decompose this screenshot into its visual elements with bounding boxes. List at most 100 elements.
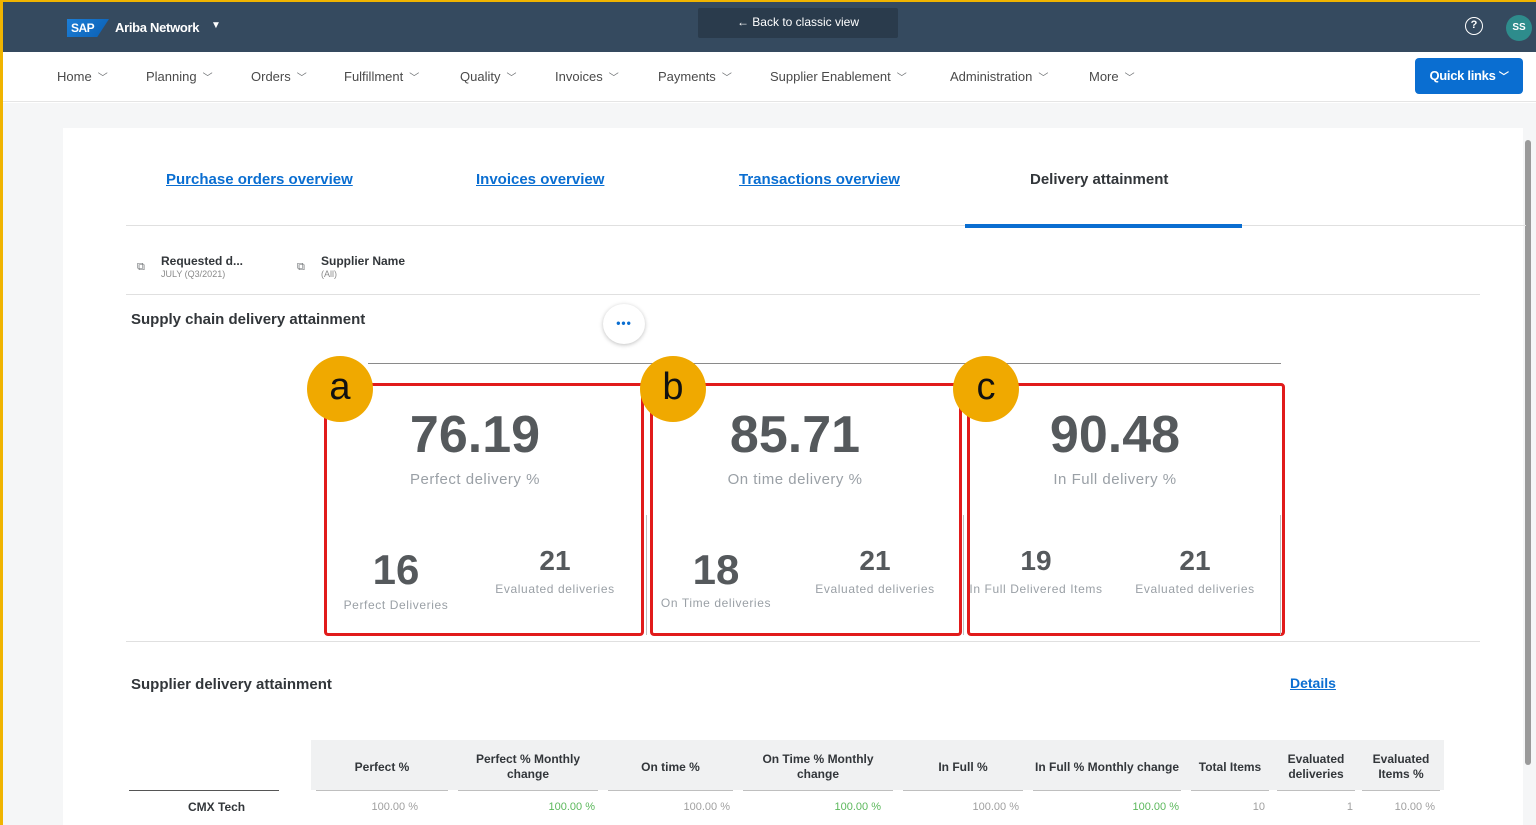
header-underline <box>903 790 1023 791</box>
nav-supplier-enablement[interactable]: Supplier Enablement ﹀ <box>770 69 907 84</box>
filter-icon[interactable]: ⧉ <box>137 261 145 274</box>
nav-label: More <box>1089 69 1119 84</box>
chart-top-line <box>368 363 1281 364</box>
kpi-perfect-delivery-label: Perfect delivery % <box>410 471 540 488</box>
kpi-evaluated-caption: Evaluated deliveries <box>495 582 615 596</box>
nav-more[interactable]: More ﹀ <box>1089 69 1135 84</box>
column-header-perfect-monthly-change[interactable]: Perfect % Monthly change <box>458 747 598 787</box>
nav-label: Home <box>57 69 92 84</box>
column-header-total-items[interactable]: Total Items <box>1191 747 1269 787</box>
nav-label: Administration <box>950 69 1033 84</box>
avatar[interactable]: SS <box>1506 15 1532 41</box>
nav-quality[interactable]: Quality ﹀ <box>460 69 516 84</box>
back-to-classic-button[interactable]: ← Back to classic view <box>698 8 898 38</box>
column-header-perfect[interactable]: Perfect % <box>316 747 448 787</box>
table-cell: 100.00 % <box>548 801 595 813</box>
column-header-on-time[interactable]: On time % <box>608 747 733 787</box>
tab-transactions-overview[interactable]: Transactions overview <box>739 171 900 188</box>
kpi-in-full-items-caption: In Full Delivered Items <box>969 582 1103 596</box>
table-cell: 100.00 % <box>1132 801 1179 813</box>
header-underline <box>1362 790 1440 791</box>
kpi-in-full-items-count: 19 <box>1020 545 1052 576</box>
quick-links-button[interactable]: Quick links ﹀ <box>1415 58 1523 94</box>
column-header-in-full-monthly-change[interactable]: In Full % Monthly change <box>1033 747 1181 787</box>
chevron-down-icon: ﹀ <box>296 73 307 84</box>
chevron-down-icon: ﹀ <box>1038 73 1049 84</box>
nav-orders[interactable]: Orders ﹀ <box>251 69 307 84</box>
chevron-down-icon: ﹀ <box>506 73 517 84</box>
table-cell: 100.00 % <box>972 801 1019 813</box>
card-separator <box>1280 515 1281 635</box>
column-header-in-full[interactable]: In Full % <box>903 747 1023 787</box>
vertical-scrollbar[interactable] <box>1525 140 1531 765</box>
help-icon[interactable]: ? <box>1465 17 1483 35</box>
kpi-on-time-deliveries-caption: On Time deliveries <box>660 596 772 610</box>
shell-bar: SAP Ariba Network ▼ ← Back to classic vi… <box>3 2 1536 52</box>
tab-delivery-attainment[interactable]: Delivery attainment <box>1030 171 1168 188</box>
annotation-badge-a: a <box>307 356 373 422</box>
table-cell: 1 <box>1346 801 1353 813</box>
app-title[interactable]: Ariba Network <box>115 20 200 35</box>
header-underline <box>1191 790 1269 791</box>
chevron-down-icon: ﹀ <box>202 73 213 84</box>
nav-administration[interactable]: Administration ﹀ <box>950 69 1048 84</box>
kpi-evaluated-count: 21 <box>1179 545 1211 576</box>
tab-purchase-orders-overview[interactable]: Purchase orders overview <box>166 171 353 188</box>
kpi-perfect-delivery-value: 76.19 <box>409 406 541 464</box>
header-underline <box>458 790 598 791</box>
chevron-down-icon: ﹀ <box>409 73 420 84</box>
column-header-on-time-monthly-change[interactable]: On Time % Monthly change <box>743 747 893 787</box>
row-divider <box>129 790 279 791</box>
nav-label: Quality <box>460 69 501 84</box>
chevron-down-icon: ﹀ <box>721 73 732 84</box>
annotation-badge-c: c <box>953 356 1019 422</box>
chevron-down-icon: ﹀ <box>896 73 907 84</box>
kpi-on-time-delivery-label: On time delivery % <box>727 471 863 488</box>
kpi-in-full-delivery-label: In Full delivery % <box>1053 471 1177 488</box>
quick-links-label: Quick links <box>1429 68 1496 83</box>
nav-home[interactable]: Home ﹀ <box>57 69 108 84</box>
frame-top-border <box>0 0 1536 2</box>
filter-supplier-name-value: (All) <box>321 269 337 279</box>
header-underline <box>1033 790 1181 791</box>
supply-chain-title: Supply chain delivery attainment <box>131 311 366 328</box>
more-options-button[interactable]: ••• <box>603 304 645 344</box>
nav-invoices[interactable]: Invoices ﹀ <box>555 69 619 84</box>
kpi-perfect-deliveries-caption: Perfect Deliveries <box>343 598 449 612</box>
filter-requested-date[interactable]: Requested d... <box>161 254 243 268</box>
filters-divider <box>126 294 1480 295</box>
tab-invoices-overview[interactable]: Invoices overview <box>476 171 604 188</box>
tabs-divider <box>126 225 1526 226</box>
header-underline <box>1277 790 1355 791</box>
chevron-down-icon: ﹀ <box>1124 73 1135 84</box>
nav-label: Supplier Enablement <box>770 69 891 84</box>
nav-planning[interactable]: Planning ﹀ <box>146 69 213 84</box>
nav-fulfillment[interactable]: Fulfillment ﹀ <box>344 69 419 84</box>
details-link[interactable]: Details <box>1290 675 1336 691</box>
column-header-evaluated-deliveries[interactable]: Evaluated deliveries <box>1277 747 1355 787</box>
table-cell: 100.00 % <box>371 801 418 813</box>
filter-icon[interactable]: ⧉ <box>297 261 305 274</box>
kpi-in-full-delivery-value: 90.48 <box>1049 406 1181 464</box>
nav-label: Fulfillment <box>344 69 404 84</box>
column-header-evaluated-items[interactable]: Evaluated Items % <box>1362 747 1440 787</box>
nav-label: Payments <box>658 69 716 84</box>
nav-label: Planning <box>146 69 197 84</box>
table-cell: 100.00 % <box>834 801 881 813</box>
sap-logo[interactable]: SAP <box>67 19 109 37</box>
frame-left-border <box>0 0 3 825</box>
nav-label: Orders <box>251 69 291 84</box>
table-cell: 10.00 % <box>1394 801 1435 813</box>
table-cell: 100.00 % <box>683 801 730 813</box>
section-divider <box>126 641 1480 642</box>
kpi-perfect-deliveries-count: 16 <box>372 546 420 593</box>
annotation-badge-b: b <box>640 356 706 422</box>
header-underline <box>316 790 448 791</box>
chevron-down-icon: ﹀ <box>608 73 619 84</box>
caret-down-icon[interactable]: ▼ <box>211 20 221 31</box>
table-row-supplier-name[interactable]: CMX Tech <box>188 800 245 814</box>
filter-supplier-name[interactable]: Supplier Name <box>321 254 405 268</box>
kpi-evaluated-count: 21 <box>539 545 571 576</box>
kpi-on-time-deliveries-count: 18 <box>692 546 740 593</box>
nav-payments[interactable]: Payments ﹀ <box>658 69 732 84</box>
